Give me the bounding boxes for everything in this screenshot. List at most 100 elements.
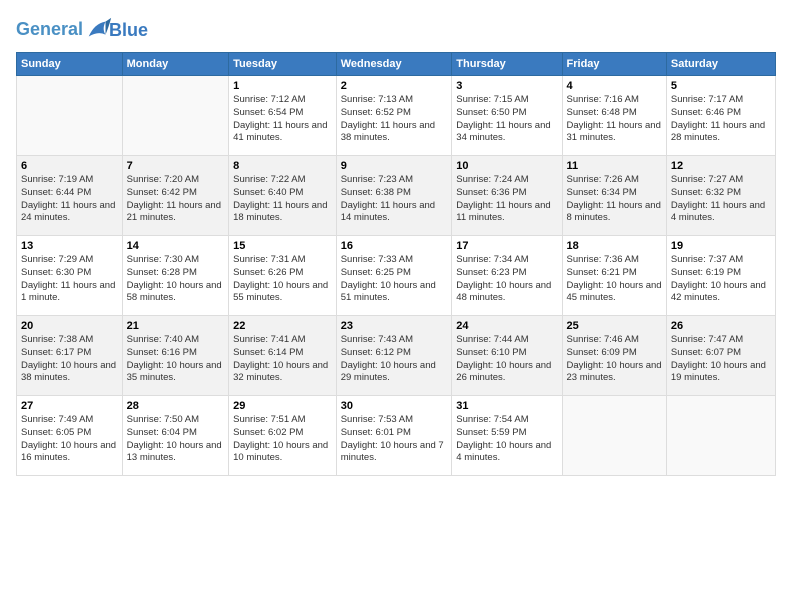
day-number: 7 xyxy=(127,160,225,172)
weekday-header-thursday: Thursday xyxy=(452,53,562,76)
day-info: Sunrise: 7:22 AMSunset: 6:40 PMDaylight:… xyxy=(233,174,332,225)
calendar-cell: 30 Sunrise: 7:53 AMSunset: 6:01 PMDayligh… xyxy=(336,396,452,476)
calendar-cell: 22 Sunrise: 7:41 AMSunset: 6:14 PMDayligh… xyxy=(229,316,337,396)
calendar-cell: 29 Sunrise: 7:51 AMSunset: 6:02 PMDayligh… xyxy=(229,396,337,476)
day-info: Sunrise: 7:13 AMSunset: 6:52 PMDaylight:… xyxy=(341,94,448,145)
day-number: 30 xyxy=(341,400,448,412)
day-info: Sunrise: 7:24 AMSunset: 6:36 PMDaylight:… xyxy=(456,174,557,225)
calendar-cell: 4 Sunrise: 7:16 AMSunset: 6:48 PMDaylight… xyxy=(562,76,666,156)
day-number: 31 xyxy=(456,400,557,412)
calendar-cell: 8 Sunrise: 7:22 AMSunset: 6:40 PMDaylight… xyxy=(229,156,337,236)
logo-text: General xyxy=(16,16,113,44)
calendar-cell: 12 Sunrise: 7:27 AMSunset: 6:32 PMDayligh… xyxy=(666,156,775,236)
calendar-cell: 3 Sunrise: 7:15 AMSunset: 6:50 PMDaylight… xyxy=(452,76,562,156)
day-info: Sunrise: 7:31 AMSunset: 6:26 PMDaylight:… xyxy=(233,254,332,305)
calendar-cell: 1 Sunrise: 7:12 AMSunset: 6:54 PMDaylight… xyxy=(229,76,337,156)
day-number: 16 xyxy=(341,240,448,252)
calendar-cell: 6 Sunrise: 7:19 AMSunset: 6:44 PMDaylight… xyxy=(17,156,123,236)
day-number: 6 xyxy=(21,160,118,172)
day-info: Sunrise: 7:53 AMSunset: 6:01 PMDaylight:… xyxy=(341,414,448,465)
day-info: Sunrise: 7:54 AMSunset: 5:59 PMDaylight:… xyxy=(456,414,557,465)
weekday-header-saturday: Saturday xyxy=(666,53,775,76)
calendar-cell: 13Sunrise: 7:29 AMSunset: 6:30 PMDayligh… xyxy=(17,236,123,316)
day-info: Sunrise: 7:23 AMSunset: 6:38 PMDaylight:… xyxy=(341,174,448,225)
logo-blue: Blue xyxy=(109,20,148,41)
header: General Blue xyxy=(16,16,776,44)
day-number: 9 xyxy=(341,160,448,172)
calendar-cell: 14Sunrise: 7:30 AMSunset: 6:28 PMDayligh… xyxy=(122,236,229,316)
day-number: 15 xyxy=(233,240,332,252)
calendar-cell: 21 Sunrise: 7:40 AMSunset: 6:16 PMDayligh… xyxy=(122,316,229,396)
day-info: Sunrise: 7:19 AMSunset: 6:44 PMDaylight:… xyxy=(21,174,118,225)
day-number: 19 xyxy=(671,240,771,252)
weekday-header-friday: Friday xyxy=(562,53,666,76)
day-info: Sunrise: 7:17 AMSunset: 6:46 PMDaylight:… xyxy=(671,94,771,145)
day-info: Sunrise: 7:30 AMSunset: 6:28 PMDaylight:… xyxy=(127,254,225,305)
day-number: 18 xyxy=(567,240,662,252)
calendar-cell xyxy=(666,396,775,476)
day-info: Sunrise: 7:43 AMSunset: 6:12 PMDaylight:… xyxy=(341,334,448,385)
week-row-5: 27 Sunrise: 7:49 AMSunset: 6:05 PMDayligh… xyxy=(17,396,776,476)
day-info: Sunrise: 7:27 AMSunset: 6:32 PMDaylight:… xyxy=(671,174,771,225)
day-info: Sunrise: 7:16 AMSunset: 6:48 PMDaylight:… xyxy=(567,94,662,145)
calendar-cell: 16 Sunrise: 7:33 AMSunset: 6:25 PMDayligh… xyxy=(336,236,452,316)
day-number: 8 xyxy=(233,160,332,172)
day-number: 25 xyxy=(567,320,662,332)
day-number: 27 xyxy=(21,400,118,412)
day-info: Sunrise: 7:38 AMSunset: 6:17 PMDaylight:… xyxy=(21,334,118,385)
calendar-cell: 18 Sunrise: 7:36 AMSunset: 6:21 PMDayligh… xyxy=(562,236,666,316)
calendar-cell: 19 Sunrise: 7:37 AMSunset: 6:19 PMDayligh… xyxy=(666,236,775,316)
day-info: Sunrise: 7:44 AMSunset: 6:10 PMDaylight:… xyxy=(456,334,557,385)
day-info: Sunrise: 7:33 AMSunset: 6:25 PMDaylight:… xyxy=(341,254,448,305)
calendar-cell: 20 Sunrise: 7:38 AMSunset: 6:17 PMDayligh… xyxy=(17,316,123,396)
day-info: Sunrise: 7:12 AMSunset: 6:54 PMDaylight:… xyxy=(233,94,332,145)
day-number: 12 xyxy=(671,160,771,172)
day-info: Sunrise: 7:36 AMSunset: 6:21 PMDaylight:… xyxy=(567,254,662,305)
day-number: 4 xyxy=(567,80,662,92)
day-info: Sunrise: 7:49 AMSunset: 6:05 PMDaylight:… xyxy=(21,414,118,465)
day-number: 28 xyxy=(127,400,225,412)
day-info: Sunrise: 7:40 AMSunset: 6:16 PMDaylight:… xyxy=(127,334,225,385)
day-info: Sunrise: 7:15 AMSunset: 6:50 PMDaylight:… xyxy=(456,94,557,145)
day-info: Sunrise: 7:47 AMSunset: 6:07 PMDaylight:… xyxy=(671,334,771,385)
week-row-3: 13Sunrise: 7:29 AMSunset: 6:30 PMDayligh… xyxy=(17,236,776,316)
day-number: 29 xyxy=(233,400,332,412)
day-number: 23 xyxy=(341,320,448,332)
day-number: 5 xyxy=(671,80,771,92)
day-info: Sunrise: 7:26 AMSunset: 6:34 PMDaylight:… xyxy=(567,174,662,225)
logo: General Blue xyxy=(16,16,148,44)
day-number: 10 xyxy=(456,160,557,172)
week-row-4: 20 Sunrise: 7:38 AMSunset: 6:17 PMDayligh… xyxy=(17,316,776,396)
day-info: Sunrise: 7:46 AMSunset: 6:09 PMDaylight:… xyxy=(567,334,662,385)
calendar-table: SundayMondayTuesdayWednesdayThursdayFrid… xyxy=(16,52,776,476)
calendar-cell: 25 Sunrise: 7:46 AMSunset: 6:09 PMDayligh… xyxy=(562,316,666,396)
day-info: Sunrise: 7:20 AMSunset: 6:42 PMDaylight:… xyxy=(127,174,225,225)
weekday-header-row: SundayMondayTuesdayWednesdayThursdayFrid… xyxy=(17,53,776,76)
calendar-cell xyxy=(562,396,666,476)
day-info: Sunrise: 7:37 AMSunset: 6:19 PMDaylight:… xyxy=(671,254,771,305)
calendar-cell: 26Sunrise: 7:47 AMSunset: 6:07 PMDayligh… xyxy=(666,316,775,396)
day-number: 2 xyxy=(341,80,448,92)
calendar-cell: 23 Sunrise: 7:43 AMSunset: 6:12 PMDayligh… xyxy=(336,316,452,396)
page-container: General Blue SundayMondayTuesdayWednesda… xyxy=(0,0,792,484)
week-row-1: 1 Sunrise: 7:12 AMSunset: 6:54 PMDaylight… xyxy=(17,76,776,156)
day-info: Sunrise: 7:41 AMSunset: 6:14 PMDaylight:… xyxy=(233,334,332,385)
calendar-cell: 15 Sunrise: 7:31 AMSunset: 6:26 PMDayligh… xyxy=(229,236,337,316)
day-number: 21 xyxy=(127,320,225,332)
day-info: Sunrise: 7:51 AMSunset: 6:02 PMDaylight:… xyxy=(233,414,332,465)
calendar-cell: 17Sunrise: 7:34 AMSunset: 6:23 PMDayligh… xyxy=(452,236,562,316)
weekday-header-wednesday: Wednesday xyxy=(336,53,452,76)
weekday-header-tuesday: Tuesday xyxy=(229,53,337,76)
day-number: 20 xyxy=(21,320,118,332)
day-number: 11 xyxy=(567,160,662,172)
calendar-cell: 10 Sunrise: 7:24 AMSunset: 6:36 PMDayligh… xyxy=(452,156,562,236)
week-row-2: 6 Sunrise: 7:19 AMSunset: 6:44 PMDaylight… xyxy=(17,156,776,236)
day-number: 3 xyxy=(456,80,557,92)
calendar-cell xyxy=(17,76,123,156)
calendar-cell: 11 Sunrise: 7:26 AMSunset: 6:34 PMDayligh… xyxy=(562,156,666,236)
calendar-cell: 27 Sunrise: 7:49 AMSunset: 6:05 PMDayligh… xyxy=(17,396,123,476)
day-number: 1 xyxy=(233,80,332,92)
day-number: 22 xyxy=(233,320,332,332)
calendar-cell: 2 Sunrise: 7:13 AMSunset: 6:52 PMDaylight… xyxy=(336,76,452,156)
calendar-cell: 28Sunrise: 7:50 AMSunset: 6:04 PMDayligh… xyxy=(122,396,229,476)
